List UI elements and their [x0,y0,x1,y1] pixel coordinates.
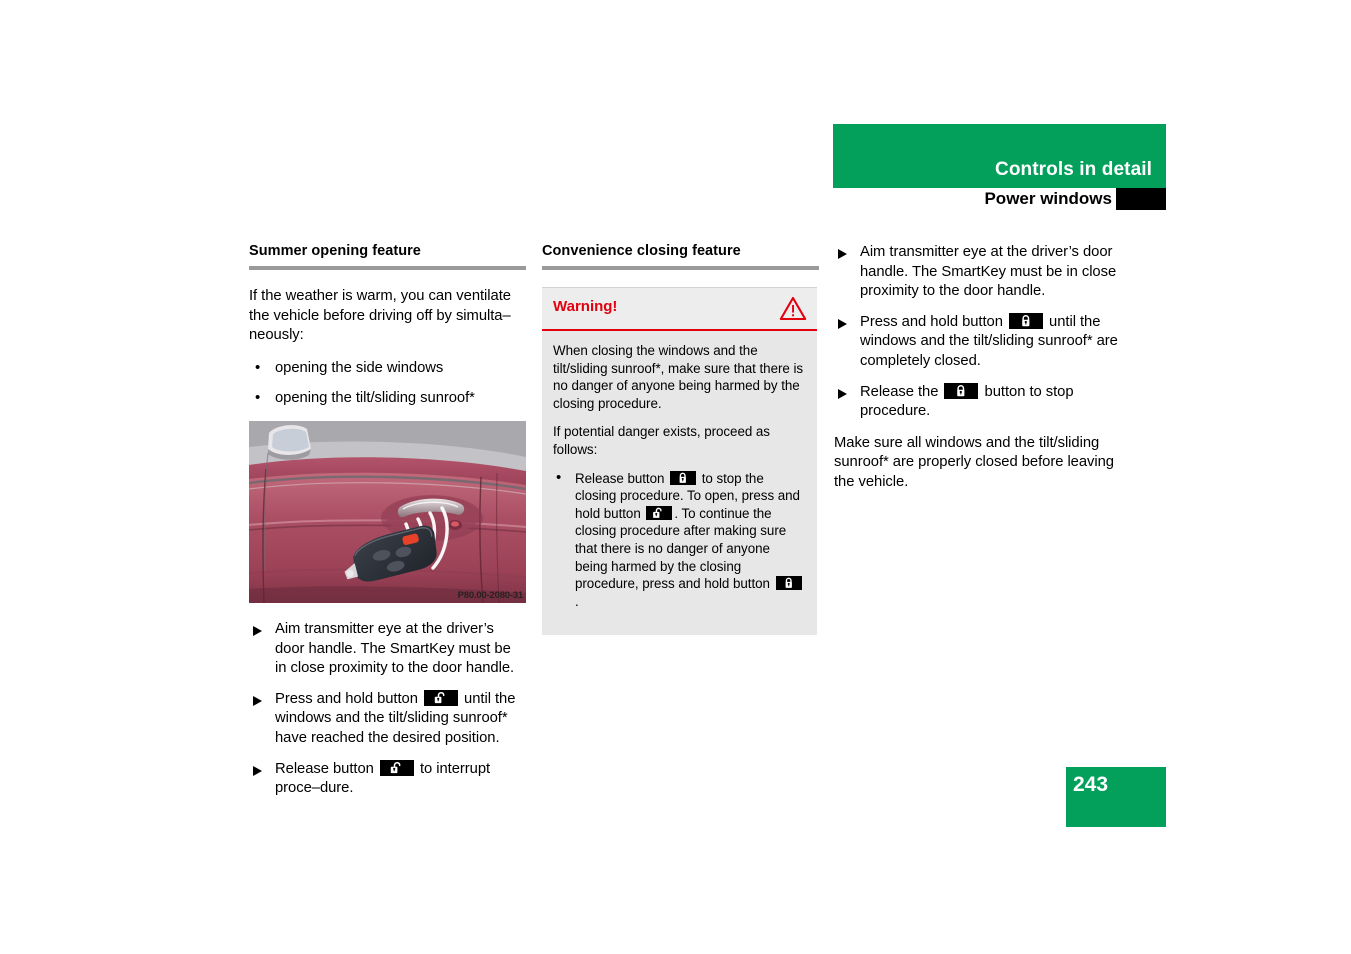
unlock-icon [379,759,414,776]
warning-triangle-icon [779,296,807,326]
header-section-row: Power windows [833,188,1166,210]
middle-column: Convenience closing feature Warning! Whe… [542,243,819,636]
warning-header: Warning! [542,288,817,331]
list-item: Release button to stop the closing proce… [553,469,806,611]
warning-body: When closing the windows and the tilt/sl… [542,331,817,635]
page-number-box: 243 [1066,767,1166,827]
warning-box: Warning! When closing the windows and th… [542,287,817,636]
bullet-text: Release button [575,470,669,486]
thumb-index-tab [1116,188,1166,210]
unlock-icon [646,505,673,520]
step-text: Release the [860,383,943,400]
lock-icon [670,470,697,485]
list-item: Press and hold button until the windows … [249,689,526,749]
lock-icon [775,576,802,591]
list-item: opening the side windows [249,358,526,379]
lock-icon [944,382,979,399]
right-step-list: Aim transmitter eye at the driver’s door… [834,243,1124,422]
warning-bullet-list: Release button to stop the closing proce… [553,469,806,611]
header-green-band: Controls in detail [833,124,1166,188]
bullet-text: . [575,593,579,609]
right-closing-note: Make sure all windows and the tilt/slidi… [834,434,1114,490]
left-bullet-list: opening the side windows opening the til… [249,358,526,409]
warning-paragraph: When closing the windows and the tilt/sl… [553,343,804,411]
list-item: opening the tilt/sliding sunroof* [249,388,526,409]
figure-code-label: P80.00-2080-31 [457,589,524,601]
middle-heading-rule [542,266,819,270]
list-item: Aim transmitter eye at the driver’s door… [834,243,1124,302]
left-intro-paragraph: If the weather is warm, you can ventilat… [249,288,511,344]
left-section-heading: Summer opening feature [249,243,421,259]
chapter-title: Controls in detail [995,159,1152,180]
step-text: Aim transmitter eye at the driver’s door… [860,244,1117,300]
middle-section-heading: Convenience closing feature [542,243,741,259]
right-column: Aim transmitter eye at the driver’s door… [834,243,1124,506]
warning-title: Warning! [553,298,618,315]
list-item: Release the button to stop procedure. [834,382,1124,422]
unlock-icon [423,689,458,706]
list-item: Press and hold button until the windows … [834,312,1124,372]
warning-paragraph: If potential danger exists, proceed as f… [553,424,770,457]
step-text: Aim transmitter eye at the driver’s door… [275,620,515,677]
step-text: Press and hold button [860,313,1007,330]
step-text: Release button [275,760,378,777]
figure-smartkey-door: P80.00-2080-31 [249,420,526,603]
left-step-list: Aim transmitter eye at the driver’s door… [249,620,526,799]
list-item: Aim transmitter eye at the driver’s door… [249,620,526,679]
list-item: Release button to interrupt proce–dure. [249,759,526,799]
figure-illustration [249,420,526,603]
left-column: Summer opening feature If the weather is… [249,243,526,811]
left-heading-rule [249,266,526,270]
page-number: 243 [1073,773,1109,796]
step-text: Press and hold button [275,690,422,707]
lock-icon [1008,312,1043,329]
section-title: Power windows [984,189,1112,208]
